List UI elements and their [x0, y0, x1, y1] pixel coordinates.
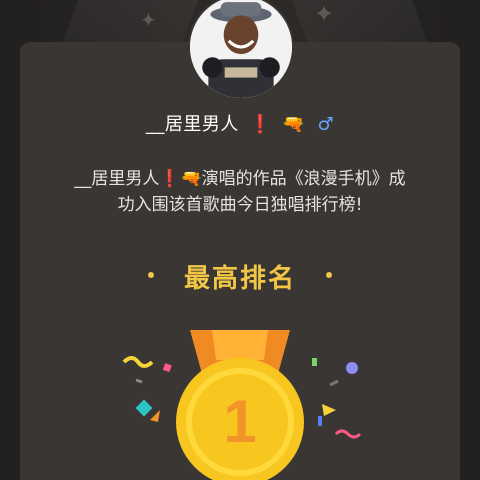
confetti-triangle: [322, 404, 336, 416]
page: ✦ ✦ __居里男人 ❗ 🔫 ♂ __居里男人❗🔫演唱的作品《浪漫手机》成 功入…: [0, 0, 480, 480]
confetti-squiggle: [122, 356, 154, 368]
confetti-diamond: [135, 399, 153, 417]
confetti-icon: [122, 356, 362, 439]
confetti-squiggle: [334, 429, 362, 439]
confetti-streak: [329, 379, 339, 387]
confetti-piece: [162, 363, 172, 373]
confetti-piece: [318, 416, 322, 426]
confetti-dot: [346, 362, 358, 374]
confetti-streak: [135, 378, 143, 384]
confetti-piece: [312, 358, 317, 366]
confetti-piece: [150, 410, 160, 422]
